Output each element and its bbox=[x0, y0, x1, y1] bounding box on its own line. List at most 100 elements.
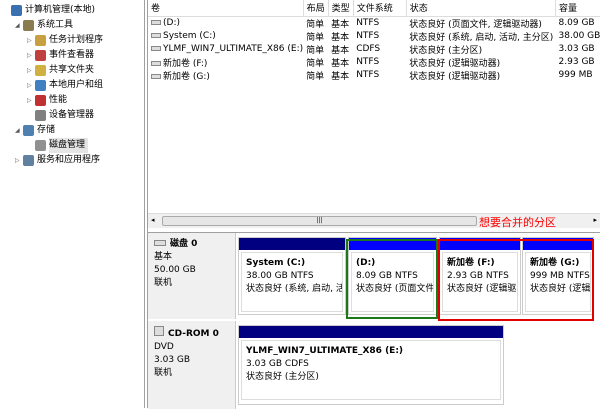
annotation-text: 想要合并的分区 bbox=[479, 216, 556, 229]
table-cell: 基本 bbox=[328, 69, 353, 82]
tree-item-label: 服务和应用程序 bbox=[37, 155, 101, 165]
column-header[interactable]: 状态 bbox=[406, 0, 557, 17]
tree-item[interactable]: 磁盘管理 bbox=[27, 138, 89, 153]
partition-size: 38.00 GB NTFS bbox=[246, 271, 314, 281]
cdrom-icon bbox=[154, 326, 164, 336]
column-header[interactable]: 类型 bbox=[328, 0, 354, 17]
table-cell: 3.03 GB bbox=[556, 43, 600, 56]
tree-item[interactable]: ◢ 存储 bbox=[15, 123, 55, 138]
column-header[interactable]: 布局 bbox=[303, 0, 329, 17]
tree-item[interactable]: 设备管理器 bbox=[27, 108, 94, 123]
green-highlight-box bbox=[346, 239, 438, 319]
table-row[interactable]: (D:) 简单 基本 NTFS 状态良好 (页面文件, 逻辑驱动器) 8.09 GB bbox=[148, 16, 600, 30]
partition-bar bbox=[239, 238, 345, 250]
tree-node-icon bbox=[35, 35, 46, 46]
cell: 基本 bbox=[331, 58, 350, 69]
table-cell: 基本 bbox=[328, 43, 353, 56]
expand-arrow-icon[interactable]: ▷ bbox=[27, 33, 35, 48]
partition-e[interactable]: YLMF_WIN7_ULTIMATE_X86 (E:) 3.03 GB CDFS 状… bbox=[238, 325, 504, 405]
scroll-right-icon[interactable]: ▸ bbox=[593, 216, 597, 224]
cell: CDFS bbox=[356, 44, 381, 54]
cell: YLMF_WIN7_ULTIMATE_X86 (E:) bbox=[163, 44, 304, 54]
tree-node-icon bbox=[23, 155, 34, 166]
cdrom-0-label[interactable]: CD-ROM 0 DVD 3.03 GB 联机 bbox=[148, 321, 236, 409]
disk-graphical-view: 磁盘 0 基本 50.00 GB 联机 System (C:) 38.00 GB … bbox=[148, 232, 600, 409]
table-cell: 38.00 GB bbox=[556, 30, 600, 43]
tree-node-icon bbox=[35, 95, 46, 106]
cell: 状态良好 (逻辑驱动器) bbox=[409, 58, 501, 69]
cell: NTFS bbox=[356, 31, 380, 41]
expand-arrow-icon[interactable]: ▷ bbox=[27, 78, 35, 93]
partition-size: 3.03 GB CDFS bbox=[246, 359, 309, 369]
tree-item-label: 共享文件夹 bbox=[49, 65, 95, 75]
cd-drive-icon bbox=[151, 46, 161, 51]
table-cell: 新加卷 (F:) bbox=[148, 56, 303, 69]
tree-item[interactable]: ▷ 事件查看器 bbox=[27, 48, 94, 63]
cell: 状态良好 (逻辑驱动器) bbox=[409, 71, 501, 82]
table-cell: 2.93 GB bbox=[556, 56, 600, 69]
cell: 新加卷 (F:) bbox=[163, 58, 208, 69]
partition-status: 状态良好 (系统, 启动, 活 bbox=[246, 284, 343, 294]
table-row[interactable]: 新加卷 (G:) 简单 基本 NTFS 状态良好 (逻辑驱动器) 999 MB bbox=[148, 69, 600, 82]
cell: NTFS bbox=[356, 57, 380, 67]
table-cell: NTFS bbox=[353, 30, 406, 43]
table-cell: YLMF_WIN7_ULTIMATE_X86 (E:) bbox=[148, 43, 303, 56]
expand-arrow-icon[interactable]: ▷ bbox=[27, 63, 35, 78]
red-highlight-box bbox=[438, 239, 594, 321]
tree-node-icon bbox=[23, 125, 34, 136]
scrollbar-thumb[interactable]: ||| bbox=[162, 216, 477, 226]
disk-name: 磁盘 0 bbox=[170, 239, 198, 249]
cdrom-name: CD-ROM 0 bbox=[168, 329, 219, 339]
column-header[interactable]: 卷 bbox=[148, 0, 304, 17]
table-cell: 999 MB bbox=[556, 69, 600, 82]
expand-arrow-icon[interactable]: ▷ bbox=[27, 93, 35, 108]
tree-item[interactable]: ▷ 共享文件夹 bbox=[27, 63, 94, 78]
expanded-arrow-icon[interactable]: ◢ bbox=[15, 18, 23, 33]
expand-arrow-icon[interactable]: ▷ bbox=[15, 153, 23, 168]
tree-item[interactable]: 计算机管理(本地) bbox=[3, 3, 95, 18]
table-row[interactable]: 新加卷 (F:) 简单 基本 NTFS 状态良好 (逻辑驱动器) 2.93 GB bbox=[148, 56, 600, 69]
partition-name: YLMF_WIN7_ULTIMATE_X86 (E:) bbox=[246, 346, 404, 356]
table-cell: 状态良好 (逻辑驱动器) bbox=[406, 56, 555, 69]
cell: 简单 bbox=[306, 71, 325, 82]
disk-type: 基本 bbox=[154, 252, 173, 262]
table-row[interactable]: System (C:) 简单 基本 NTFS 状态良好 (系统, 启动, 活动, 主分区… bbox=[148, 30, 600, 43]
cell: 基本 bbox=[331, 19, 350, 30]
cell: 简单 bbox=[306, 19, 325, 30]
cell: 3.03 GB bbox=[558, 44, 595, 54]
cell: 状态良好 (页面文件, 逻辑驱动器) bbox=[409, 19, 542, 30]
partition-block[interactable]: System (C:) 38.00 GB NTFS 状态良好 (系统, 启动, 活 bbox=[238, 237, 346, 315]
table-cell: 基本 bbox=[328, 16, 353, 30]
column-header[interactable]: 文件系统 bbox=[353, 0, 407, 17]
cell: 简单 bbox=[306, 45, 325, 56]
disk-0-label[interactable]: 磁盘 0 基本 50.00 GB 联机 bbox=[148, 233, 236, 319]
cell: 38.00 GB bbox=[558, 31, 600, 41]
tree-item-label: 设备管理器 bbox=[49, 110, 95, 120]
drive-icon bbox=[151, 60, 161, 66]
cdrom-type: DVD bbox=[154, 342, 174, 352]
cell: 基本 bbox=[331, 71, 350, 82]
expand-arrow-icon[interactable]: ▷ bbox=[27, 48, 35, 63]
partition-status: 状态良好 (主分区) bbox=[246, 372, 319, 382]
tree-item-label: 磁盘管理 bbox=[49, 138, 89, 153]
cell: 简单 bbox=[306, 32, 325, 43]
tree-item[interactable]: ▷ 服务和应用程序 bbox=[15, 153, 100, 168]
table-cell: 基本 bbox=[328, 30, 353, 43]
tree-item-label: 事件查看器 bbox=[49, 50, 95, 60]
table-cell: 简单 bbox=[303, 56, 328, 69]
cell: 简单 bbox=[306, 58, 325, 69]
cell: (D:) bbox=[163, 18, 180, 28]
tree-item[interactable]: ▷ 任务计划程序 bbox=[27, 33, 103, 48]
table-cell: 状态良好 (逻辑驱动器) bbox=[406, 69, 555, 82]
tree-item[interactable]: ◢ 系统工具 bbox=[15, 18, 73, 33]
tree-item[interactable]: ▷ 本地用户和组 bbox=[27, 78, 103, 93]
scroll-left-icon[interactable]: ◂ bbox=[151, 216, 155, 224]
table-row[interactable]: YLMF_WIN7_ULTIMATE_X86 (E:) 简单 基本 CDFS 状态良好 … bbox=[148, 43, 600, 56]
expanded-arrow-icon[interactable]: ◢ bbox=[15, 123, 23, 138]
tree-item[interactable]: ▷ 性能 bbox=[27, 93, 67, 108]
tree-node-icon bbox=[23, 20, 34, 31]
partition-name: System (C:) bbox=[246, 258, 306, 268]
table-cell: 8.09 GB bbox=[556, 16, 600, 30]
tree-node-icon bbox=[35, 110, 46, 121]
column-header[interactable]: 容量 bbox=[555, 0, 600, 17]
